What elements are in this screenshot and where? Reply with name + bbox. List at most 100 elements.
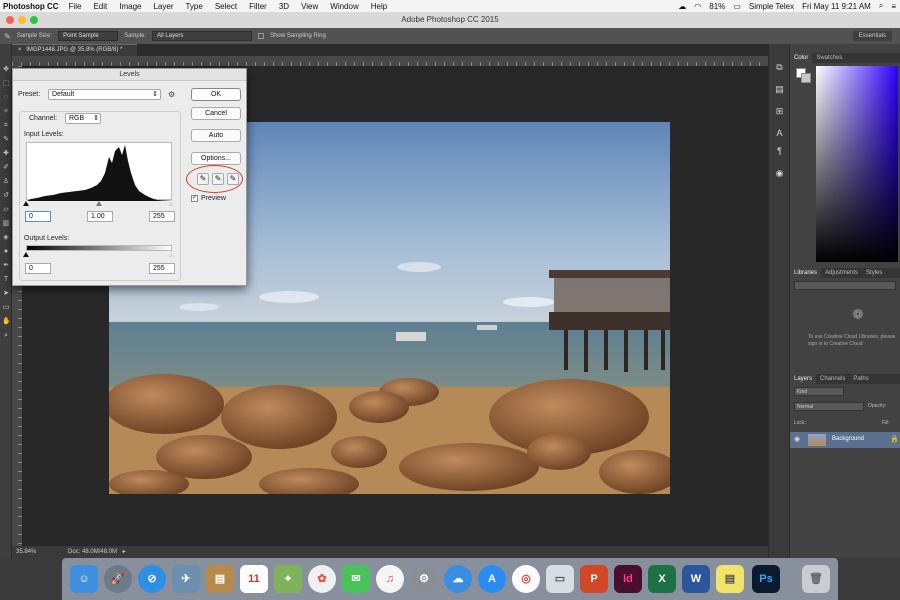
sample-select[interactable]: All Layers — [152, 31, 253, 41]
move-tool-icon[interactable]: ✥ — [2, 66, 10, 74]
messages-icon[interactable]: ✉ — [342, 565, 370, 593]
battery-icon[interactable]: ▭ — [733, 2, 741, 11]
color-spectrum[interactable] — [816, 66, 898, 262]
photos-icon[interactable]: ✿ — [308, 565, 336, 593]
status-arrow-icon[interactable]: ▸ — [123, 549, 126, 555]
lasso-tool-icon[interactable]: ◌ — [2, 94, 10, 102]
output-white-slider[interactable] — [168, 252, 174, 257]
input-black-field[interactable]: 0 — [25, 211, 51, 222]
gear-icon[interactable]: ⚙ — [168, 90, 175, 99]
show-ring-checkbox[interactable] — [258, 33, 265, 39]
output-white-field[interactable]: 255 — [149, 263, 175, 274]
search-icon[interactable]: ⌕ — [879, 1, 883, 11]
workspace-select[interactable]: Essentials — [852, 31, 892, 41]
ok-button[interactable]: OK — [191, 88, 241, 101]
eyedropper-icon[interactable]: ✎ — [2, 136, 10, 144]
background-color-swatch[interactable] — [801, 73, 811, 83]
output-black-slider[interactable] — [23, 252, 29, 257]
menu-3d[interactable]: 3D — [279, 2, 289, 11]
cancel-button[interactable]: Cancel — [191, 107, 241, 120]
clock[interactable]: Fri May 11 9:21 AM — [802, 2, 871, 11]
paragraph-panel-icon[interactable]: ¶ — [774, 146, 785, 157]
menu-image[interactable]: Image — [119, 2, 141, 11]
document-tab[interactable]: × IMGP1448.JPG @ 35.8% (RGB/8) * — [12, 44, 137, 56]
menu-select[interactable]: Select — [215, 2, 237, 11]
layer-name[interactable]: Background — [832, 436, 864, 442]
zoom-tool-icon[interactable]: ⌕ — [2, 332, 10, 340]
cloud-icon[interactable]: ☁ — [678, 2, 686, 11]
3d-panel-icon[interactable]: ◉ — [774, 168, 785, 179]
eye-icon[interactable]: ◉ — [794, 435, 800, 443]
calendar-icon[interactable]: 11 — [240, 565, 268, 593]
shape-tool-icon[interactable]: ▭ — [2, 304, 10, 312]
chrome-icon[interactable]: ◎ — [512, 565, 540, 593]
zoom-level[interactable]: 35.84% — [16, 549, 36, 555]
layer-filter-kind[interactable]: Kind — [794, 387, 844, 396]
preview-checkbox[interactable]: ✓ — [191, 195, 198, 202]
menu-edit[interactable]: Edit — [93, 2, 107, 11]
tab-channels[interactable]: Channels — [816, 374, 849, 384]
character-panel-icon[interactable]: A — [774, 128, 785, 139]
input-gamma-slider[interactable] — [96, 201, 102, 206]
maps-icon[interactable]: ⌖ — [274, 565, 302, 593]
channel-select[interactable]: RGB ⇕ — [65, 113, 101, 124]
app-menu[interactable]: Photoshop CC — [3, 2, 59, 11]
hand-tool-icon[interactable]: ✋ — [2, 318, 11, 326]
finder-icon[interactable]: ☺ — [70, 565, 98, 593]
options-button[interactable]: Options... — [191, 152, 241, 165]
input-black-slider[interactable] — [23, 201, 29, 206]
image-preview-icon[interactable]: ▭ — [546, 565, 574, 593]
dodge-tool-icon[interactable]: ● — [2, 248, 10, 256]
stickies-icon[interactable]: ▤ — [716, 565, 744, 593]
tab-color[interactable]: Color — [790, 53, 813, 63]
powerpoint-icon[interactable]: P — [580, 565, 608, 593]
blend-mode-select[interactable]: Normal — [794, 402, 864, 411]
layer-row-background[interactable]: ◉ Background 🔒 — [790, 432, 900, 448]
notification-icon[interactable]: ≡ — [891, 2, 896, 11]
system-preferences-icon[interactable]: ⚙ — [410, 565, 438, 593]
channel-panel-icon[interactable]: ⊞ — [774, 106, 785, 117]
feedback-icon[interactable]: ☁ — [444, 565, 472, 593]
excel-icon[interactable]: X — [648, 565, 676, 593]
sample-size-select[interactable]: Point Sample — [58, 31, 119, 41]
trash-icon[interactable]: 🗑 — [802, 565, 830, 593]
menu-type[interactable]: Type — [185, 2, 202, 11]
input-white-field[interactable]: 255 — [149, 211, 175, 222]
word-icon[interactable]: W — [682, 565, 710, 593]
menu-file[interactable]: File — [69, 2, 82, 11]
input-white-slider[interactable] — [168, 201, 174, 206]
tab-styles[interactable]: Styles — [862, 268, 886, 278]
preview-icon[interactable]: ✈ — [172, 565, 200, 593]
menu-filter[interactable]: Filter — [249, 2, 267, 11]
type-tool-icon[interactable]: T — [2, 276, 10, 284]
blur-tool-icon[interactable]: ◈ — [2, 234, 10, 242]
user-name[interactable]: Simple Telex — [749, 2, 794, 11]
doc-info[interactable]: Doc: 48.0M/48.0M — [68, 549, 117, 555]
preset-select[interactable]: Default ⇕ — [48, 89, 161, 100]
close-window-button[interactable] — [6, 16, 14, 24]
history-brush-icon[interactable]: ↺ — [2, 192, 10, 200]
marquee-tool-icon[interactable]: ⬚ — [2, 80, 10, 88]
eraser-tool-icon[interactable]: ▱ — [2, 206, 10, 214]
safari-icon[interactable]: ⊘ — [138, 565, 166, 593]
tab-swatches[interactable]: Swatches — [812, 53, 846, 63]
crop-tool-icon[interactable]: ⌗ — [2, 122, 10, 130]
menu-help[interactable]: Help — [371, 2, 387, 11]
auto-button[interactable]: Auto — [191, 129, 241, 142]
pen-tool-icon[interactable]: ✒ — [2, 262, 10, 270]
library-select[interactable] — [794, 281, 896, 290]
menu-window[interactable]: Window — [330, 2, 358, 11]
itunes-icon[interactable]: ♫ — [376, 565, 404, 593]
minimize-window-button[interactable] — [18, 16, 26, 24]
app-store-icon[interactable]: A — [478, 565, 506, 593]
wifi-icon[interactable]: ◠ — [694, 2, 701, 11]
tab-libraries[interactable]: Libraries — [790, 268, 822, 278]
tab-paths[interactable]: Paths — [849, 374, 872, 384]
properties-panel-icon[interactable]: ▤ — [774, 84, 785, 95]
zoom-window-button[interactable] — [30, 16, 38, 24]
menu-layer[interactable]: Layer — [153, 2, 173, 11]
tab-adjustments[interactable]: Adjustments — [821, 268, 862, 278]
input-slider-track[interactable] — [23, 201, 174, 206]
battery-percent[interactable]: 81% — [709, 2, 725, 11]
history-panel-icon[interactable]: ⧉ — [774, 62, 785, 73]
